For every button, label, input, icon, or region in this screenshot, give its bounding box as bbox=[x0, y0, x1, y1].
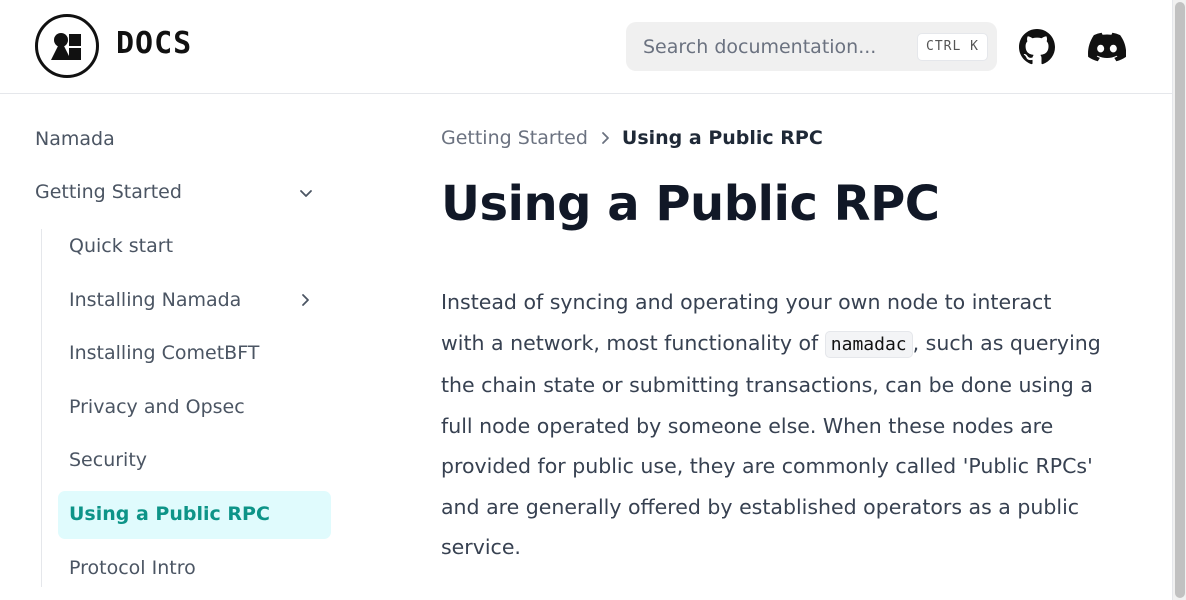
sidebar-item-privacy-opsec[interactable]: Privacy and Opsec bbox=[69, 396, 245, 418]
breadcrumb-parent-link[interactable]: Getting Started bbox=[441, 127, 588, 149]
sidebar-item-protocol-intro[interactable]: Protocol Intro bbox=[69, 557, 196, 579]
sidebar-item-installing-cometbft[interactable]: Installing CometBFT bbox=[69, 342, 259, 364]
discord-icon[interactable] bbox=[1088, 28, 1126, 66]
top-header: DOCS CTRL K bbox=[0, 0, 1172, 94]
docs-logo-text[interactable]: DOCS bbox=[116, 26, 192, 61]
page-scrollbar[interactable] bbox=[1172, 0, 1186, 600]
scrollbar-thumb[interactable] bbox=[1175, 2, 1185, 598]
sidebar-item-security[interactable]: Security bbox=[69, 449, 147, 471]
sidebar-tree-line bbox=[41, 229, 42, 587]
paragraph-text: , such as querying the chain state or su… bbox=[441, 330, 1101, 560]
github-icon[interactable] bbox=[1018, 28, 1056, 66]
intro-paragraph: Instead of syncing and operating your ow… bbox=[441, 282, 1101, 568]
page-title: Using a Public RPC bbox=[441, 176, 940, 232]
search-input[interactable] bbox=[626, 22, 911, 71]
breadcrumb-current: Using a Public RPC bbox=[621, 127, 823, 149]
inline-code: namadac bbox=[824, 330, 913, 358]
sidebar-item-using-public-rpc[interactable]: Using a Public RPC bbox=[69, 503, 270, 525]
chevron-down-icon[interactable] bbox=[298, 186, 314, 205]
chevron-right-icon bbox=[600, 130, 612, 146]
sidebar-item-namada[interactable]: Namada bbox=[35, 128, 115, 150]
sidebar-item-installing-namada[interactable]: Installing Namada bbox=[69, 289, 241, 311]
sidebar-item-getting-started[interactable]: Getting Started bbox=[35, 181, 182, 203]
search-shortcut-badge: CTRL K bbox=[917, 33, 988, 61]
chevron-right-icon[interactable] bbox=[299, 292, 313, 312]
search-box[interactable]: CTRL K bbox=[626, 22, 997, 71]
namada-logo-icon[interactable] bbox=[35, 14, 99, 78]
breadcrumb: Getting Started Using a Public RPC bbox=[441, 127, 823, 149]
sidebar-item-quick-start[interactable]: Quick start bbox=[69, 235, 173, 257]
